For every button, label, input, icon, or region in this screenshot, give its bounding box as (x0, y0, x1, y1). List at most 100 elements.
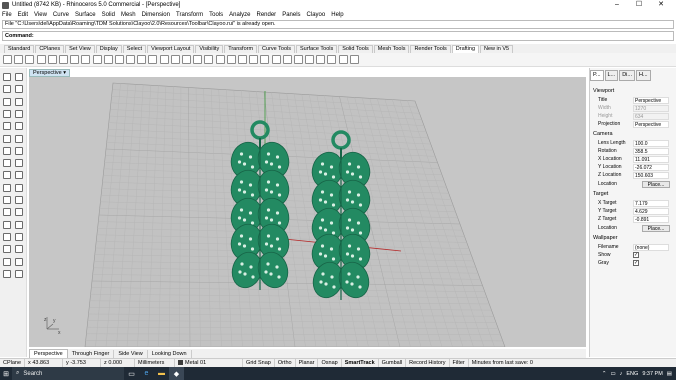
drafting-tool-icon[interactable] (148, 55, 158, 64)
drafting-tool-icon[interactable] (237, 55, 247, 64)
menu-clayoo[interactable]: Clayoo (307, 12, 326, 18)
menu-tools[interactable]: Tools (209, 12, 223, 18)
tab-mesh-tools[interactable]: Mesh Tools (373, 45, 410, 53)
drafting-tool-icon[interactable] (137, 55, 147, 64)
grid-snap-toggle[interactable]: Grid Snap (243, 359, 275, 367)
viewport-canvas[interactable]: z x y (29, 77, 586, 347)
viewport-tab-side-view[interactable]: Side View (114, 349, 148, 358)
modeling-tool-icon[interactable] (3, 134, 11, 143)
drafting-tool-icon[interactable] (182, 55, 191, 64)
modeling-tool-icon[interactable] (15, 269, 23, 278)
modeling-tool-icon[interactable] (15, 134, 23, 143)
filter-toggle[interactable]: Filter (450, 359, 469, 367)
ortho-toggle[interactable]: Ortho (275, 359, 296, 367)
drafting-tool-icon[interactable] (293, 55, 303, 64)
modeling-tool-icon[interactable] (15, 257, 23, 266)
filename-field[interactable]: (none) (633, 244, 669, 251)
tab-transform[interactable]: Transform (224, 45, 258, 53)
drafting-tool-icon[interactable] (58, 55, 68, 64)
drafting-tool-icon[interactable] (338, 55, 348, 64)
perspective-viewport[interactable]: z x y (29, 77, 586, 347)
tab-select[interactable]: Select (122, 45, 147, 53)
file-explorer-icon[interactable]: ▬ (154, 367, 169, 380)
panel-tab-help[interactable]: H... (635, 70, 651, 81)
menu-analyze[interactable]: Analyze (229, 12, 250, 18)
tab-display[interactable]: Display (95, 45, 122, 53)
modeling-tool-icon[interactable] (15, 97, 23, 106)
lens-length-field[interactable]: 100.0 (633, 140, 669, 147)
menu-solid[interactable]: Solid (102, 12, 115, 18)
modeling-tool-icon[interactable] (3, 146, 11, 155)
modeling-tool-icon[interactable] (3, 109, 11, 118)
drafting-tool-icon[interactable] (204, 55, 214, 64)
gray-checkbox[interactable]: ✓ (633, 260, 639, 266)
modeling-tool-icon[interactable] (15, 208, 23, 217)
windows-start-icon[interactable]: ⊞ (0, 367, 12, 380)
earring[interactable] (227, 120, 294, 292)
drafting-tool-icon[interactable] (349, 55, 359, 64)
menu-dimension[interactable]: Dimension (142, 12, 170, 18)
tab-solid-tools[interactable]: Solid Tools (338, 45, 373, 53)
modeling-tool-icon[interactable] (3, 85, 11, 94)
drafting-tool-icon[interactable] (249, 55, 259, 64)
drafting-tool-icon[interactable] (215, 55, 225, 64)
edge-browser-icon[interactable]: e (139, 367, 154, 380)
cplane-label[interactable]: CPlane (0, 359, 26, 367)
drafting-tool-icon[interactable] (92, 55, 102, 64)
smarttrack-toggle[interactable]: SmartTrack (342, 359, 379, 367)
planar-toggle[interactable]: Planar (296, 359, 319, 367)
modeling-tool-icon[interactable] (3, 208, 11, 217)
show-checkbox[interactable]: ✓ (633, 252, 639, 258)
drafting-tool-icon[interactable] (36, 55, 46, 64)
modeling-tool-icon[interactable] (15, 73, 23, 81)
drafting-tool-icon[interactable] (70, 55, 80, 64)
volume-icon[interactable]: ♪ (620, 371, 623, 377)
minimize-button[interactable]: – (606, 0, 628, 10)
tab-set-view[interactable]: Set View (65, 45, 95, 53)
drafting-tool-icon[interactable] (81, 55, 91, 64)
viewport-tab-looking-down[interactable]: Looking Down (148, 349, 192, 358)
taskbar-search[interactable]: ⌕ Search (12, 367, 124, 380)
drafting-tool-icon[interactable] (25, 55, 35, 64)
modeling-tool-icon[interactable] (3, 232, 11, 241)
drafting-tool-icon[interactable] (282, 55, 292, 64)
title-field[interactable]: Perspective (633, 97, 669, 104)
close-button[interactable]: ✕ (650, 0, 672, 10)
tab-visibility[interactable]: Visibility (195, 45, 224, 53)
modeling-tool-icon[interactable] (3, 196, 11, 204)
menu-edit[interactable]: Edit (18, 12, 28, 18)
modeling-tool-icon[interactable] (15, 171, 23, 180)
gumball-toggle[interactable]: Gumball (379, 359, 407, 367)
tab-drafting[interactable]: Drafting (451, 45, 480, 53)
modeling-tool-icon[interactable] (15, 159, 23, 168)
modeling-tool-icon[interactable] (15, 196, 23, 204)
viewport-title[interactable]: Perspective ▾ (29, 69, 71, 77)
menu-curve[interactable]: Curve (53, 12, 69, 18)
units-label[interactable]: Millimeters (135, 359, 176, 367)
modeling-tool-icon[interactable] (15, 245, 23, 254)
target-place-button[interactable]: Place... (642, 225, 670, 232)
notification-icon[interactable]: ▤ (667, 371, 672, 377)
drafting-tool-icon[interactable] (159, 55, 169, 64)
drafting-tool-icon[interactable] (170, 55, 180, 64)
menu-view[interactable]: View (34, 12, 47, 18)
modeling-tool-icon[interactable] (3, 171, 11, 180)
tab-standard[interactable]: Standard (4, 45, 35, 53)
menu-file[interactable]: File (2, 12, 12, 18)
x-target-field[interactable]: 7.179 (633, 200, 669, 207)
modeling-tool-icon[interactable] (3, 183, 11, 192)
modeling-tool-icon[interactable] (15, 146, 23, 155)
modeling-tool-icon[interactable] (3, 159, 11, 168)
camera-place-button[interactable]: Place... (642, 181, 670, 188)
chevron-down-icon[interactable]: ▾ (63, 70, 66, 76)
tab-render-tools[interactable]: Render Tools (410, 45, 451, 53)
drafting-tool-icon[interactable] (316, 55, 326, 64)
modeling-tool-icon[interactable] (3, 97, 11, 106)
modeling-tool-icon[interactable] (3, 73, 11, 81)
z-target-field[interactable]: -0.891 (633, 216, 669, 223)
menu-help[interactable]: Help (331, 12, 343, 18)
layer-indicator[interactable]: Metal 01 (175, 359, 244, 367)
rotation-field[interactable]: 358.5 (633, 148, 669, 155)
modeling-tool-icon[interactable] (15, 85, 23, 94)
task-view-icon[interactable]: ▭ (124, 367, 139, 380)
